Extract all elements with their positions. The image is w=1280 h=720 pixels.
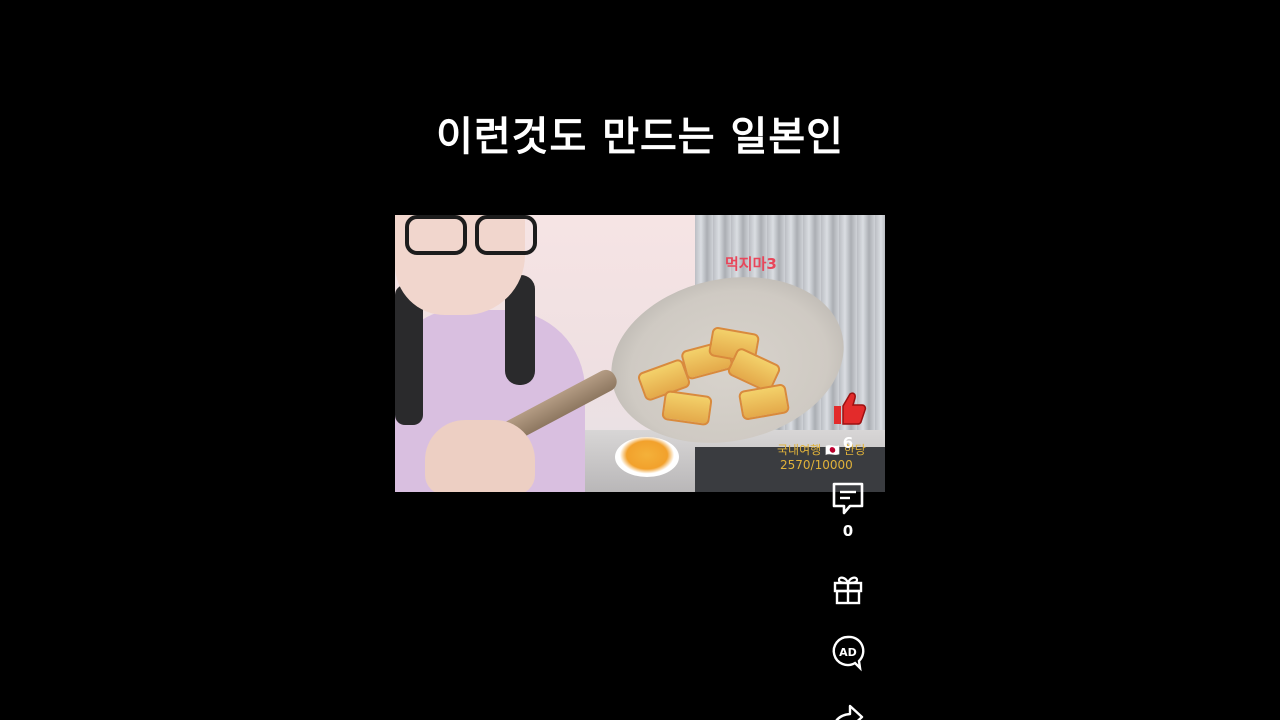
shorts-player: 이런것도 만드는 일본인 먹지마3 국내여행 🇯🇵 한당 2570/10000 xyxy=(0,0,1280,720)
svg-text:AD: AD xyxy=(839,646,857,659)
share-button[interactable] xyxy=(820,700,876,720)
like-button[interactable]: 6 xyxy=(820,388,876,452)
share-icon xyxy=(835,704,864,720)
video-title: 이런것도 만드는 일본인 xyxy=(436,114,844,160)
glasses xyxy=(405,215,537,255)
like-count: 6 xyxy=(842,434,854,452)
comment-button[interactable]: 0 xyxy=(820,480,876,540)
hand xyxy=(425,420,535,492)
video-frame[interactable]: 먹지마3 국내여행 🇯🇵 한당 2570/10000 xyxy=(395,215,885,492)
gift-icon xyxy=(833,576,863,605)
gift-button[interactable] xyxy=(820,570,876,606)
egg-bowl xyxy=(615,437,679,477)
food-piece xyxy=(661,389,713,427)
comment-icon xyxy=(832,482,864,515)
action-rail: 6 0 AD xyxy=(820,0,876,720)
ad-button[interactable]: AD xyxy=(820,634,876,672)
comment-count: 0 xyxy=(842,522,854,540)
thumb-up-icon xyxy=(834,392,867,425)
ad-icon: AD xyxy=(832,635,865,672)
stream-overlay-name: 먹지마3 xyxy=(725,255,777,273)
